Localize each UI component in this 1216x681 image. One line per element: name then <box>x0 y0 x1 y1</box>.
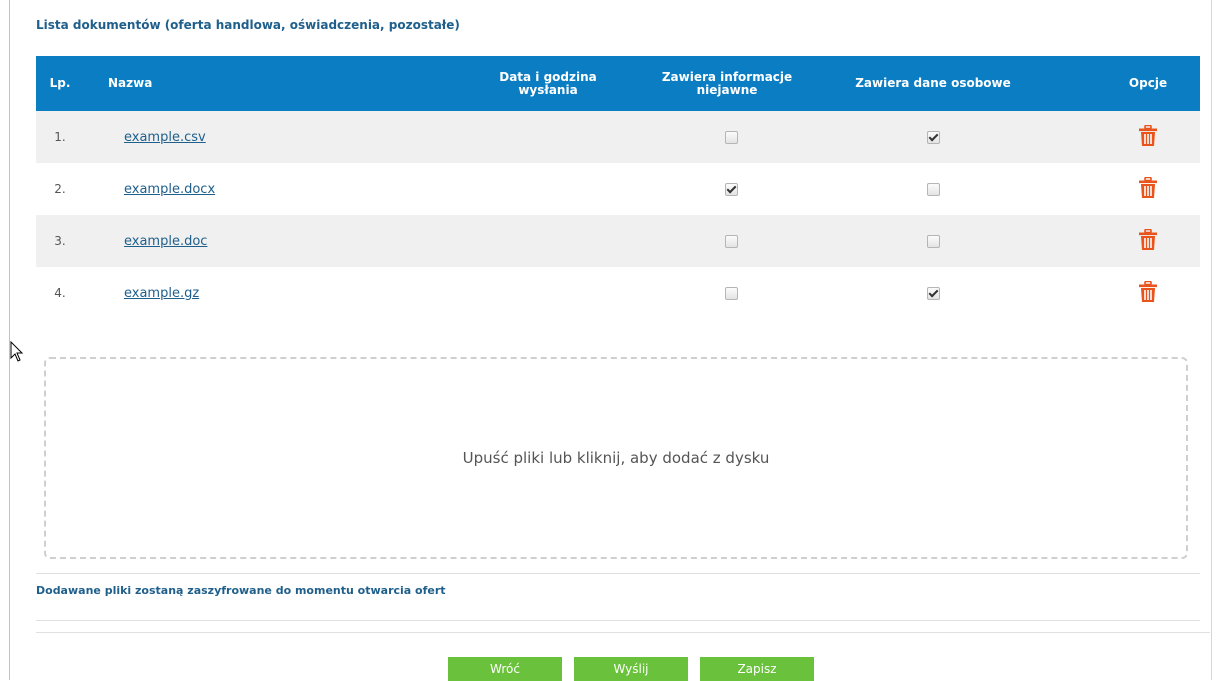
personal-data-checkbox[interactable] <box>926 131 940 144</box>
file-dropzone[interactable]: Upuść pliki lub kliknij, aby dodać z dys… <box>44 357 1188 559</box>
sent-date <box>482 163 634 215</box>
row-number: 1. <box>54 130 66 144</box>
file-link[interactable]: example.docx <box>124 182 215 197</box>
header-personal: Zawiera dane osobowe <box>855 76 1011 90</box>
left-border <box>9 0 10 680</box>
confidential-checkbox[interactable] <box>724 287 738 300</box>
file-link[interactable]: example.doc <box>124 234 207 249</box>
personal-data-checkbox[interactable] <box>926 287 940 300</box>
encryption-note: Dodawane pliki zostaną zaszyfrowane do m… <box>36 584 446 597</box>
row-number: 4. <box>54 286 66 300</box>
trash-icon[interactable] <box>1138 228 1158 254</box>
header-date: Data i godzina wysłania <box>499 69 597 97</box>
back-button[interactable]: Wróć <box>448 657 562 681</box>
table-row: 2. example.docx <box>36 163 1200 215</box>
row-number: 2. <box>54 182 66 196</box>
header-lp: Lp. <box>49 76 71 90</box>
mouse-pointer-icon <box>10 341 24 362</box>
personal-data-checkbox[interactable] <box>926 235 940 248</box>
file-link[interactable]: example.csv <box>124 130 206 145</box>
section-title: Lista dokumentów (oferta handlowa, oświa… <box>36 18 460 32</box>
divider <box>36 632 1210 633</box>
send-button[interactable]: Wyślij <box>574 657 688 681</box>
sent-date <box>482 111 634 163</box>
trash-icon[interactable] <box>1138 280 1158 306</box>
table-row: 3. example.doc <box>36 215 1200 267</box>
trash-icon[interactable] <box>1138 124 1158 150</box>
sent-date <box>482 267 634 319</box>
personal-data-checkbox[interactable] <box>926 183 940 196</box>
table-row: 1. example.csv <box>36 111 1200 163</box>
header-confidential: Zawiera informacje niejawne <box>661 69 793 97</box>
divider <box>36 573 1200 574</box>
dropzone-text: Upuść pliki lub kliknij, aby dodać z dys… <box>462 449 770 467</box>
confidential-checkbox[interactable] <box>724 183 738 196</box>
header-options: Opcje <box>1128 76 1168 90</box>
save-button[interactable]: Zapisz <box>700 657 814 681</box>
divider <box>36 620 1200 621</box>
documents-table: Lp. Nazwa Data i godzina wysłania Zawier… <box>36 56 1200 319</box>
table-row: 4. example.gz <box>36 267 1200 319</box>
file-link[interactable]: example.gz <box>124 286 199 301</box>
table-header-row: Lp. Nazwa Data i godzina wysłania Zawier… <box>36 56 1200 111</box>
right-border <box>1211 0 1212 680</box>
confidential-checkbox[interactable] <box>724 131 738 144</box>
confidential-checkbox[interactable] <box>724 235 738 248</box>
trash-icon[interactable] <box>1138 176 1158 202</box>
header-name[interactable]: Nazwa <box>84 56 482 111</box>
row-number: 3. <box>54 234 66 248</box>
sent-date <box>482 215 634 267</box>
